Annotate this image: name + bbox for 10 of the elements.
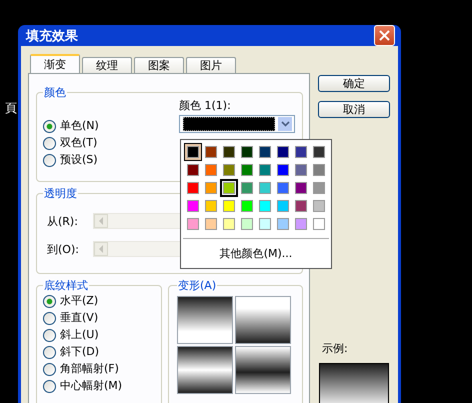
slider-label: 从(R): bbox=[47, 214, 79, 228]
slider-label: 到(O): bbox=[47, 242, 80, 256]
group-title: 底纹样式 bbox=[43, 279, 89, 292]
color-label: 颜色 1(1): bbox=[179, 99, 232, 112]
group-title: 透明度 bbox=[43, 187, 78, 200]
background-text: 頁 bbox=[5, 100, 17, 117]
sample-label: 示例: bbox=[322, 341, 348, 356]
group-title: 变形(A) bbox=[177, 279, 218, 292]
group-title: 颜色 bbox=[43, 86, 67, 99]
window-title: 填充效果 bbox=[26, 28, 78, 44]
